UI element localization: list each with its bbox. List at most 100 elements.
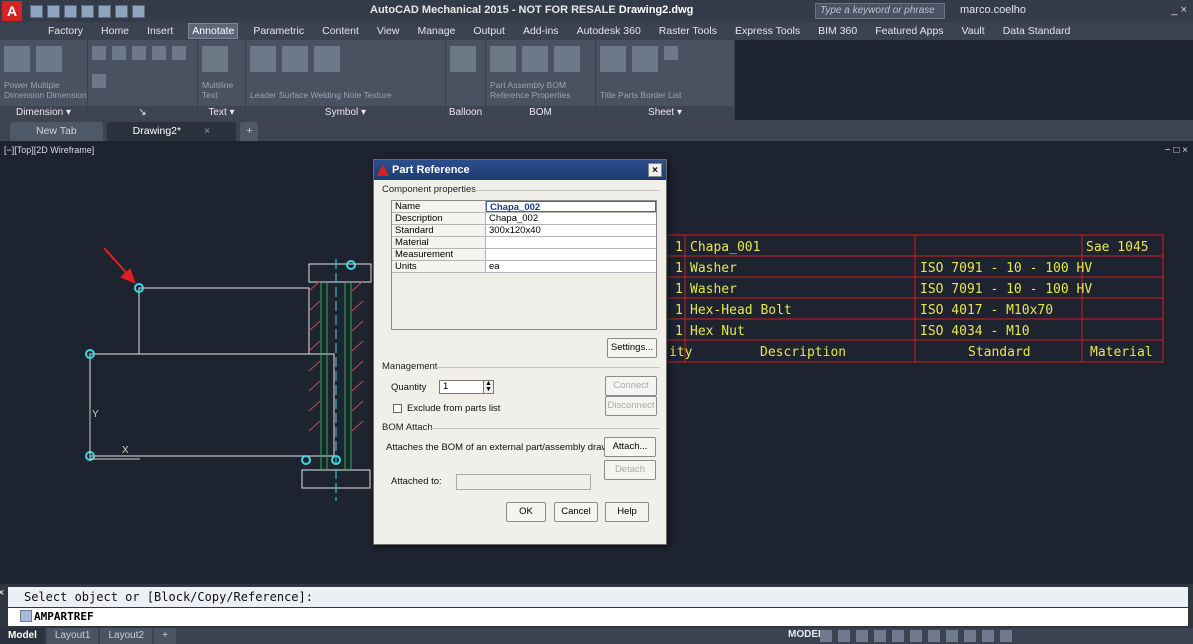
command-input[interactable]: AMPARTREF	[8, 608, 1188, 626]
close-icon[interactable]: ×	[204, 125, 210, 137]
name-field[interactable]: Chapa_002	[486, 201, 656, 213]
property-row[interactable]: Measurement	[392, 249, 656, 261]
grip-point[interactable]	[301, 455, 311, 465]
tab-data-standard[interactable]: Data Standard	[1000, 24, 1074, 38]
command-icon[interactable]	[20, 610, 32, 622]
tab-model[interactable]: Model	[0, 628, 45, 644]
app-menu-button[interactable]: A	[2, 1, 22, 21]
tab-parametric[interactable]: Parametric	[250, 24, 307, 38]
attach-button[interactable]: Attach...	[604, 437, 656, 457]
panel-label-symbol[interactable]: Symbol ▾	[246, 106, 445, 120]
spin-arrows-icon[interactable]: ▲ ▼	[483, 380, 493, 393]
multiple-dimension-icon[interactable]	[36, 46, 62, 72]
polar-icon[interactable]	[874, 630, 886, 642]
tab-featured-apps[interactable]: Featured Apps	[872, 24, 946, 38]
panel-label-bom[interactable]: BOM	[486, 106, 595, 120]
add-tab-button[interactable]: +	[240, 122, 259, 141]
tab-insert[interactable]: Insert	[144, 24, 176, 38]
tab-layout2[interactable]: Layout2	[100, 628, 153, 644]
property-row[interactable]: Units ea	[392, 261, 656, 273]
user-account[interactable]: marco.coelho	[960, 4, 1026, 16]
balloons-icon[interactable]	[450, 46, 476, 72]
grid-icon[interactable]	[820, 630, 832, 642]
measurement-field[interactable]	[486, 249, 656, 260]
standard-field[interactable]: 300x120x40	[486, 225, 656, 236]
connect-button[interactable]: Connect	[605, 376, 657, 396]
tab-manage[interactable]: Manage	[414, 24, 458, 38]
lineweight-icon[interactable]	[928, 630, 940, 642]
bom-icon[interactable]	[554, 46, 580, 72]
saveas-icon[interactable]	[81, 4, 94, 18]
panel-launcher[interactable]: ↘	[88, 106, 197, 120]
dim-tool-icon[interactable]	[172, 46, 186, 60]
annotation-icon[interactable]	[946, 630, 958, 642]
description-field[interactable]: Chapa_002	[486, 213, 656, 224]
power-dimension-icon[interactable]	[4, 46, 30, 72]
material-field[interactable]	[486, 237, 656, 248]
hole-chart-icon[interactable]	[664, 46, 678, 60]
new-icon[interactable]	[30, 4, 43, 18]
tab-layout1[interactable]: Layout1	[46, 628, 99, 644]
dim-tool-icon[interactable]	[132, 46, 146, 60]
title-border-icon[interactable]	[600, 46, 626, 72]
tab-new[interactable]: New Tab	[10, 122, 103, 141]
panel-label-sheet[interactable]: Sheet ▾	[596, 106, 734, 120]
multiline-text-icon[interactable]	[202, 46, 228, 72]
tab-raster-tools[interactable]: Raster Tools	[656, 24, 720, 38]
tab-home[interactable]: Home	[98, 24, 132, 38]
dim-tool-icon[interactable]	[92, 46, 106, 60]
leader-note-icon[interactable]	[250, 46, 276, 72]
close-icon[interactable]: ×	[648, 163, 662, 177]
search-input[interactable]: Type a keyword or phrase	[815, 3, 945, 19]
attached-to-field[interactable]	[456, 474, 591, 490]
tab-drawing2[interactable]: Drawing2* ×	[106, 122, 237, 141]
tab-content[interactable]: Content	[319, 24, 362, 38]
property-row[interactable]: Description Chapa_002	[392, 213, 656, 225]
customize-icon[interactable]	[1000, 630, 1012, 642]
open-icon[interactable]	[47, 4, 60, 18]
dim-tool-icon[interactable]	[152, 46, 166, 60]
assembly-properties-icon[interactable]	[522, 46, 548, 72]
window-controls[interactable]: _ ×	[1171, 4, 1187, 16]
parts-list-icon[interactable]	[632, 46, 658, 72]
panel-label-text[interactable]: Text ▾	[198, 106, 245, 120]
undo-icon[interactable]	[115, 4, 128, 18]
panel-label-dimension[interactable]: Dimension ▾	[0, 106, 87, 120]
exclude-checkbox[interactable]	[393, 404, 402, 413]
add-layout-button[interactable]: +	[154, 628, 176, 644]
tab-express-tools[interactable]: Express Tools	[732, 24, 803, 38]
property-row[interactable]: Standard 300x120x40	[392, 225, 656, 237]
property-row[interactable]: Name Chapa_002	[392, 201, 656, 213]
settings-button[interactable]: Settings...	[607, 338, 657, 358]
ok-button[interactable]: OK	[506, 502, 546, 522]
cancel-button[interactable]: Cancel	[554, 502, 598, 522]
panel-label-balloon[interactable]: Balloon ↘	[446, 106, 485, 132]
detach-button[interactable]: Detach	[604, 460, 656, 480]
save-icon[interactable]	[64, 4, 77, 18]
tab-annotate[interactable]: Annotate	[188, 23, 239, 39]
disconnect-button[interactable]: Disconnect	[605, 396, 657, 416]
tab-bim-360[interactable]: BIM 360	[815, 24, 860, 38]
grip-point[interactable]	[346, 260, 356, 270]
dim-tool-icon[interactable]	[92, 74, 106, 88]
tab-output[interactable]: Output	[470, 24, 508, 38]
ortho-icon[interactable]	[856, 630, 868, 642]
tab-autodesk-360[interactable]: Autodesk 360	[574, 24, 644, 38]
model-space-toggle[interactable]: MODEL	[788, 629, 824, 640]
tab-factory[interactable]: Factory	[45, 24, 86, 38]
dim-tool-icon[interactable]	[112, 46, 126, 60]
tab-vault[interactable]: Vault	[959, 24, 988, 38]
osnap-icon[interactable]	[892, 630, 904, 642]
tab-add-ins[interactable]: Add-ins	[520, 24, 562, 38]
welding-icon[interactable]	[314, 46, 340, 72]
dialog-titlebar[interactable]: Part Reference ×	[374, 160, 666, 180]
otrack-icon[interactable]	[910, 630, 922, 642]
part-reference-icon[interactable]	[490, 46, 516, 72]
help-button[interactable]: Help	[605, 502, 649, 522]
settings-icon[interactable]	[982, 630, 994, 642]
units-field[interactable]: ea	[486, 261, 656, 272]
print-icon[interactable]	[98, 4, 111, 18]
surface-texture-icon[interactable]	[282, 46, 308, 72]
redo-icon[interactable]	[132, 4, 145, 18]
quantity-stepper[interactable]: 1 ▲ ▼	[439, 380, 494, 394]
